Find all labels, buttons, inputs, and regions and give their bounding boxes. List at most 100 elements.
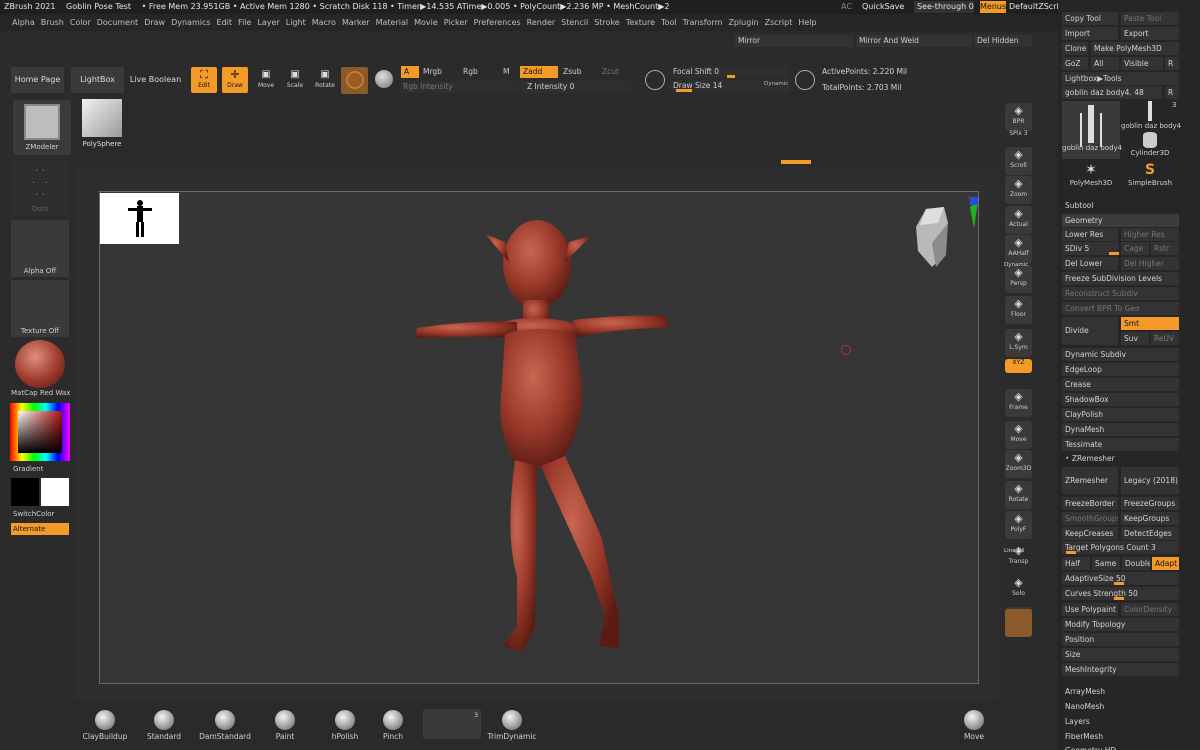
dynamesh-button[interactable]: DynaMesh xyxy=(1062,423,1179,436)
texture-slot[interactable]: Texture Off xyxy=(11,280,69,337)
menu-zplugin[interactable]: Zplugin xyxy=(728,18,758,27)
switchcolor-button[interactable]: SwitchColor xyxy=(13,510,54,518)
shelf-scroll-button[interactable]: ◈ Scroll xyxy=(1005,147,1032,175)
geometry-hd-header[interactable]: Geometry HD xyxy=(1062,744,1179,750)
brush-standard-button[interactable]: Standard xyxy=(134,710,194,741)
shelf-polyf-button[interactable]: ◈ PolyF xyxy=(1005,511,1032,539)
half-button[interactable]: Half xyxy=(1062,557,1090,570)
menu-marker[interactable]: Marker xyxy=(342,18,370,27)
menu-texture[interactable]: Texture xyxy=(626,18,655,27)
tool-thumb-cylinder[interactable]: Cylinder3D xyxy=(1121,132,1179,160)
scale-mode-button[interactable]: ▣ Scale xyxy=(282,67,308,93)
rstr-button[interactable]: Rstr xyxy=(1151,242,1179,255)
menu-file[interactable]: File xyxy=(238,18,251,27)
move-mode-button[interactable]: ▣ Move xyxy=(253,67,279,93)
double-button[interactable]: Double xyxy=(1122,557,1150,570)
shelf-spix-3-button[interactable]: SPix 3 xyxy=(1005,130,1032,142)
shelf-rotate-button[interactable]: ◈ Rotate xyxy=(1005,481,1032,509)
menu-tool[interactable]: Tool xyxy=(661,18,677,27)
menu-layer[interactable]: Layer xyxy=(257,18,279,27)
material-slot[interactable]: MatCap Red Wax xyxy=(11,340,70,397)
freezeborder-toggle[interactable]: FreezeBorder xyxy=(1062,497,1118,510)
meshintegrity-button[interactable]: MeshIntegrity xyxy=(1062,663,1179,676)
zadd-toggle[interactable]: Zadd xyxy=(520,66,558,78)
same-button[interactable]: Same xyxy=(1092,557,1120,570)
make-polymesh3d-button[interactable]: Make PolyMesh3D xyxy=(1091,42,1179,55)
m-toggle[interactable]: M xyxy=(503,66,509,78)
freeze-subdivision-button[interactable]: Freeze SubDivision Levels xyxy=(1062,272,1179,285)
goz-button[interactable]: GoZ xyxy=(1062,57,1088,70)
shelf-floor-button[interactable]: ◈ Floor xyxy=(1005,296,1032,324)
nanomesh-header[interactable]: NanoMesh xyxy=(1062,700,1179,713)
spotlight-icon[interactable] xyxy=(375,70,393,88)
menu-zscript[interactable]: Zscript xyxy=(765,18,793,27)
menu-picker[interactable]: Picker xyxy=(444,18,468,27)
lightbox-tools-button[interactable]: Lightbox▶Tools xyxy=(1062,72,1179,85)
menu-transform[interactable]: Transform xyxy=(683,18,723,27)
shelf-actual-button[interactable]: ◈ Actual xyxy=(1005,206,1032,234)
alpha-slot[interactable]: Alpha Off xyxy=(11,220,69,277)
clone-button[interactable]: Clone xyxy=(1062,42,1088,55)
main-color-swatch[interactable] xyxy=(11,478,39,506)
menu-movie[interactable]: Movie xyxy=(414,18,438,27)
fibermesh-header[interactable]: FiberMesh xyxy=(1062,730,1179,743)
colordensity-slider[interactable]: ColorDensity xyxy=(1121,603,1179,616)
mirror-and-weld-button[interactable]: Mirror And Weld xyxy=(856,35,972,47)
stroke-slot[interactable]: · · · · · · Dots xyxy=(11,160,69,217)
shelf-persp-button[interactable]: ◈ Persp xyxy=(1005,265,1032,293)
polysphere-tool-slot[interactable]: PolySphere xyxy=(78,97,126,155)
shelf-solo-button[interactable]: ◈ Solo xyxy=(1005,575,1032,603)
see-through-slider[interactable]: See-through 0 xyxy=(914,1,974,13)
goz-all-button[interactable]: All xyxy=(1091,57,1119,70)
convert-bpr-button[interactable]: Convert BPR To Geo xyxy=(1062,302,1179,315)
goz-r-button[interactable]: R xyxy=(1165,57,1179,70)
tessimate-button[interactable]: Tessimate xyxy=(1062,438,1179,451)
smt-toggle[interactable]: Smt xyxy=(1121,317,1179,330)
menu-stencil[interactable]: Stencil xyxy=(561,18,588,27)
del-hidden-button[interactable]: Del Hidden xyxy=(974,35,1032,47)
shelf-bpr-button[interactable]: ◈ BPR xyxy=(1005,103,1032,131)
menu-alpha[interactable]: Alpha xyxy=(12,18,35,27)
menus-toggle[interactable]: Menus xyxy=(980,1,1006,13)
brush-paint-button[interactable]: Paint xyxy=(255,710,315,741)
menu-render[interactable]: Render xyxy=(527,18,555,27)
menu-material[interactable]: Material xyxy=(376,18,409,27)
shelf-zoom-button[interactable]: ◈ Zoom xyxy=(1005,176,1032,204)
import-button[interactable]: Import xyxy=(1062,27,1118,40)
zsub-toggle[interactable]: Zsub xyxy=(563,66,582,78)
menu-help[interactable]: Help xyxy=(798,18,816,27)
claypolish-button[interactable]: ClayPolish xyxy=(1062,408,1179,421)
shelf-move-button[interactable]: ◈ Move xyxy=(1005,421,1032,449)
rgb-toggle[interactable]: Rgb xyxy=(463,66,478,78)
menu-color[interactable]: Color xyxy=(70,18,91,27)
crease-button[interactable]: Crease xyxy=(1062,378,1179,391)
zmodeler-tool-slot[interactable]: ZModeler xyxy=(13,100,71,155)
quicksave-button[interactable]: QuickSave xyxy=(862,0,904,14)
shelf-zoom3d-button[interactable]: ◈ Zoom3D xyxy=(1005,450,1032,478)
edgeloop-button[interactable]: EdgeLoop xyxy=(1062,363,1179,376)
shelf-xyz-button[interactable]: XYZ xyxy=(1005,359,1032,373)
reconstruct-subdiv-button[interactable]: Reconstruct Subdiv xyxy=(1062,287,1179,300)
menu-edit[interactable]: Edit xyxy=(217,18,233,27)
draw-mode-button[interactable]: ✛ Draw xyxy=(222,67,248,93)
higher-res-button[interactable]: Higher Res xyxy=(1121,228,1179,241)
position-button[interactable]: Position xyxy=(1062,633,1179,646)
del-lower-button[interactable]: Del Lower xyxy=(1062,257,1118,270)
menu-brush[interactable]: Brush xyxy=(41,18,64,27)
modify-topology-button[interactable]: Modify Topology xyxy=(1062,618,1179,631)
shelf-frame-button[interactable]: ◈ Frame xyxy=(1005,389,1032,417)
mirror-button[interactable]: Mirror xyxy=(735,35,853,47)
brush-damstandard-button[interactable]: DamStandard xyxy=(195,710,255,741)
z-intensity-slider[interactable]: Z Intensity 0 xyxy=(521,81,631,93)
tool-thumb-simplebrush[interactable]: S SimpleBrush xyxy=(1121,162,1179,190)
zcut-toggle[interactable]: Zcut xyxy=(602,66,619,78)
keepcreases-toggle[interactable]: KeepCreases xyxy=(1062,527,1118,540)
legacy-zremesher-button[interactable]: Legacy (2018) xyxy=(1121,467,1179,494)
dynamic-size-icon[interactable] xyxy=(795,70,815,90)
divide-button[interactable]: Divide xyxy=(1062,317,1118,345)
lazy-mouse-icon[interactable] xyxy=(645,70,665,90)
layers-header[interactable]: Layers xyxy=(1062,715,1179,728)
tool-thumb-goblin[interactable]: goblin daz body4 xyxy=(1062,101,1122,159)
target-polygons-slider[interactable]: Target Polygons Count 3 xyxy=(1062,541,1179,554)
rgb-intensity-slider[interactable]: Rgb Intensity xyxy=(401,81,519,93)
